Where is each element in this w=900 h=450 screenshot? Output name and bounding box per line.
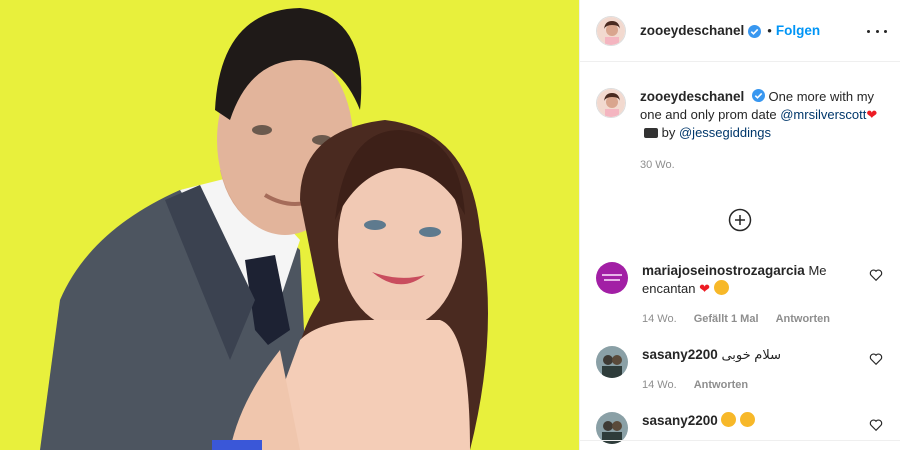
heart-outline-icon[interactable] xyxy=(869,352,883,366)
comment-text: سلام خوبی xyxy=(721,347,781,362)
reply-button[interactable]: Antworten xyxy=(694,379,748,391)
post-caption: zooeydeschanel One more with my one and … xyxy=(596,88,886,174)
post-timestamp: 30 Wo. xyxy=(640,159,675,171)
commenter-username[interactable]: sasany2200 xyxy=(642,413,718,428)
red-heart-emoji-icon: ❤ xyxy=(699,281,711,296)
post-sidebar: zooeydeschanel • Folgen zooeydeschanel O… xyxy=(579,0,900,450)
post-photo[interactable] xyxy=(0,0,579,450)
comment-time: 14 Wo. xyxy=(642,379,677,391)
mention-link[interactable]: @jessegiddings xyxy=(679,125,771,140)
commenter-username[interactable]: sasany2200 xyxy=(642,347,718,362)
reply-button[interactable]: Antworten xyxy=(776,313,830,325)
camera-emoji-icon xyxy=(644,128,658,138)
author-avatar[interactable] xyxy=(596,15,626,46)
post-header: zooeydeschanel • Folgen xyxy=(580,0,900,62)
mention-link[interactable]: @mrsilverscott xyxy=(780,107,866,122)
caption-by-label: by xyxy=(661,125,676,140)
heart-eyes-emoji-icon xyxy=(713,280,729,295)
couple-photo-illustration xyxy=(0,0,579,450)
verified-badge-icon xyxy=(751,89,765,102)
commenter-username[interactable]: mariajoseinostrozagarcia xyxy=(642,263,805,278)
separator-dot: • xyxy=(767,23,772,38)
comment-item: mariajoseinostrozagarcia Me encantan ❤ 1… xyxy=(596,262,891,328)
heart-outline-icon[interactable] xyxy=(869,268,883,282)
red-heart-emoji-icon: ❤ xyxy=(866,107,878,122)
caption-author-avatar[interactable] xyxy=(596,88,626,118)
face-screaming-emoji-icon xyxy=(740,412,756,427)
comment-item: sasany2200 سلام خوبی 14 Wo. Antworten xyxy=(596,346,891,394)
comment-likes[interactable]: Gefällt 1 Mal xyxy=(694,313,759,325)
more-options-icon[interactable] xyxy=(867,21,887,41)
commenter-avatar[interactable] xyxy=(596,262,628,294)
plus-circle-icon[interactable] xyxy=(728,208,752,232)
follow-button[interactable]: Folgen xyxy=(776,23,820,38)
commenter-avatar[interactable] xyxy=(596,346,628,378)
comment-time: 14 Wo. xyxy=(642,313,677,325)
author-username[interactable]: zooeydeschanel xyxy=(640,23,744,38)
verified-badge-icon xyxy=(748,25,762,38)
heart-outline-icon[interactable] xyxy=(869,418,883,432)
caption-username[interactable]: zooeydeschanel xyxy=(640,89,744,104)
post-actions-bar xyxy=(580,440,900,450)
face-screaming-emoji-icon xyxy=(721,412,737,427)
